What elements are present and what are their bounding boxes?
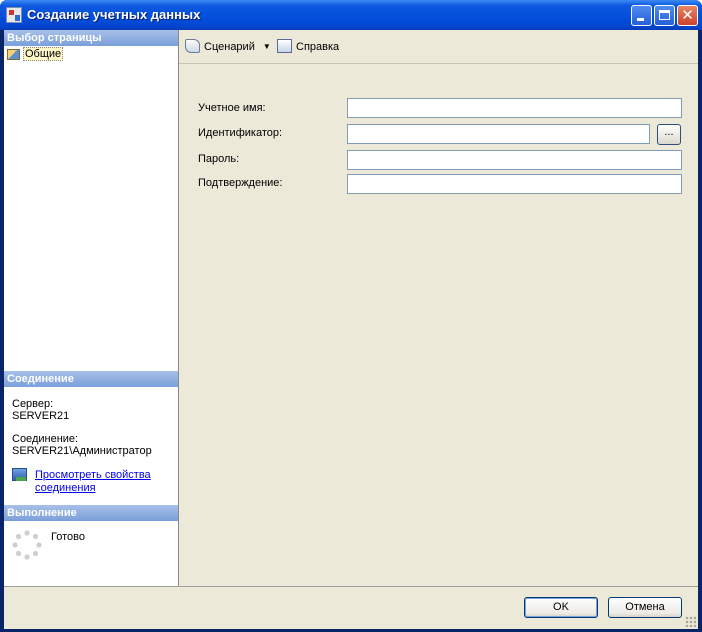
script-button[interactable]: Сценарий ▼ xyxy=(185,39,271,55)
minimize-button[interactable] xyxy=(631,5,652,26)
general-page-form: Учетное имя: Идентификатор: ... Пароль: … xyxy=(179,64,698,586)
dialog-client-area: Выбор страницы Общие Соединение Сервер: … xyxy=(4,30,698,629)
server-label: Сервер: xyxy=(12,398,54,410)
resize-grip-icon[interactable] xyxy=(685,616,696,627)
app-icon xyxy=(6,7,22,23)
password-label: Пароль: xyxy=(198,153,240,165)
help-icon xyxy=(277,39,292,53)
account-name-label: Учетное имя: xyxy=(198,102,266,114)
progress-header: Выполнение xyxy=(4,505,178,521)
maximize-button[interactable] xyxy=(654,5,675,26)
page-item-label: Общие xyxy=(23,47,64,61)
server-info: Сервер: SERVER21 xyxy=(12,398,69,422)
script-label: Сценарий xyxy=(204,41,255,53)
identity-label: Идентификатор: xyxy=(198,127,283,139)
dialog-window: Создание учетных данных ✕ Выбор страницы… xyxy=(0,0,702,632)
view-connection-properties-link[interactable]: Просмотреть свойства соединения xyxy=(35,469,175,495)
help-label: Справка xyxy=(296,41,340,53)
connection-label: Соединение: xyxy=(12,433,79,445)
server-value: SERVER21 xyxy=(12,410,70,422)
minimize-icon xyxy=(637,18,644,21)
connection-value: SERVER21\Администратор xyxy=(12,445,152,457)
connection-properties-icon xyxy=(12,468,27,481)
connection-header: Соединение xyxy=(4,371,178,387)
title-bar[interactable]: Создание учетных данных ✕ xyxy=(0,0,702,30)
confirm-password-label: Подтверждение: xyxy=(198,177,283,189)
account-name-field[interactable] xyxy=(347,98,682,118)
chevron-down-icon[interactable]: ▼ xyxy=(263,39,271,55)
password-field[interactable] xyxy=(347,150,682,170)
identity-field[interactable] xyxy=(347,124,650,144)
progress-spinner-icon xyxy=(12,530,42,560)
cancel-button[interactable]: Отмена xyxy=(608,597,682,618)
maximize-icon xyxy=(659,10,670,20)
select-page-header: Выбор страницы xyxy=(4,30,178,46)
dialog-footer: OK Отмена xyxy=(4,586,698,629)
toolbar: Сценарий ▼ Справка xyxy=(179,30,698,64)
progress-status: Готово xyxy=(51,531,85,543)
ok-button[interactable]: OK xyxy=(524,597,598,618)
page-item-general[interactable]: Общие xyxy=(7,47,64,62)
close-button[interactable]: ✕ xyxy=(677,5,698,26)
help-button[interactable]: Справка xyxy=(277,39,339,55)
browse-identity-button[interactable]: ... xyxy=(657,124,681,145)
general-page-icon xyxy=(7,49,20,60)
confirm-password-field[interactable] xyxy=(347,174,682,194)
window-title: Создание учетных данных xyxy=(27,7,201,22)
close-icon: ✕ xyxy=(681,6,694,24)
left-pane: Выбор страницы Общие Соединение Сервер: … xyxy=(4,30,179,586)
connection-info: Соединение: SERVER21\Администратор xyxy=(12,433,152,457)
script-icon xyxy=(185,39,200,53)
